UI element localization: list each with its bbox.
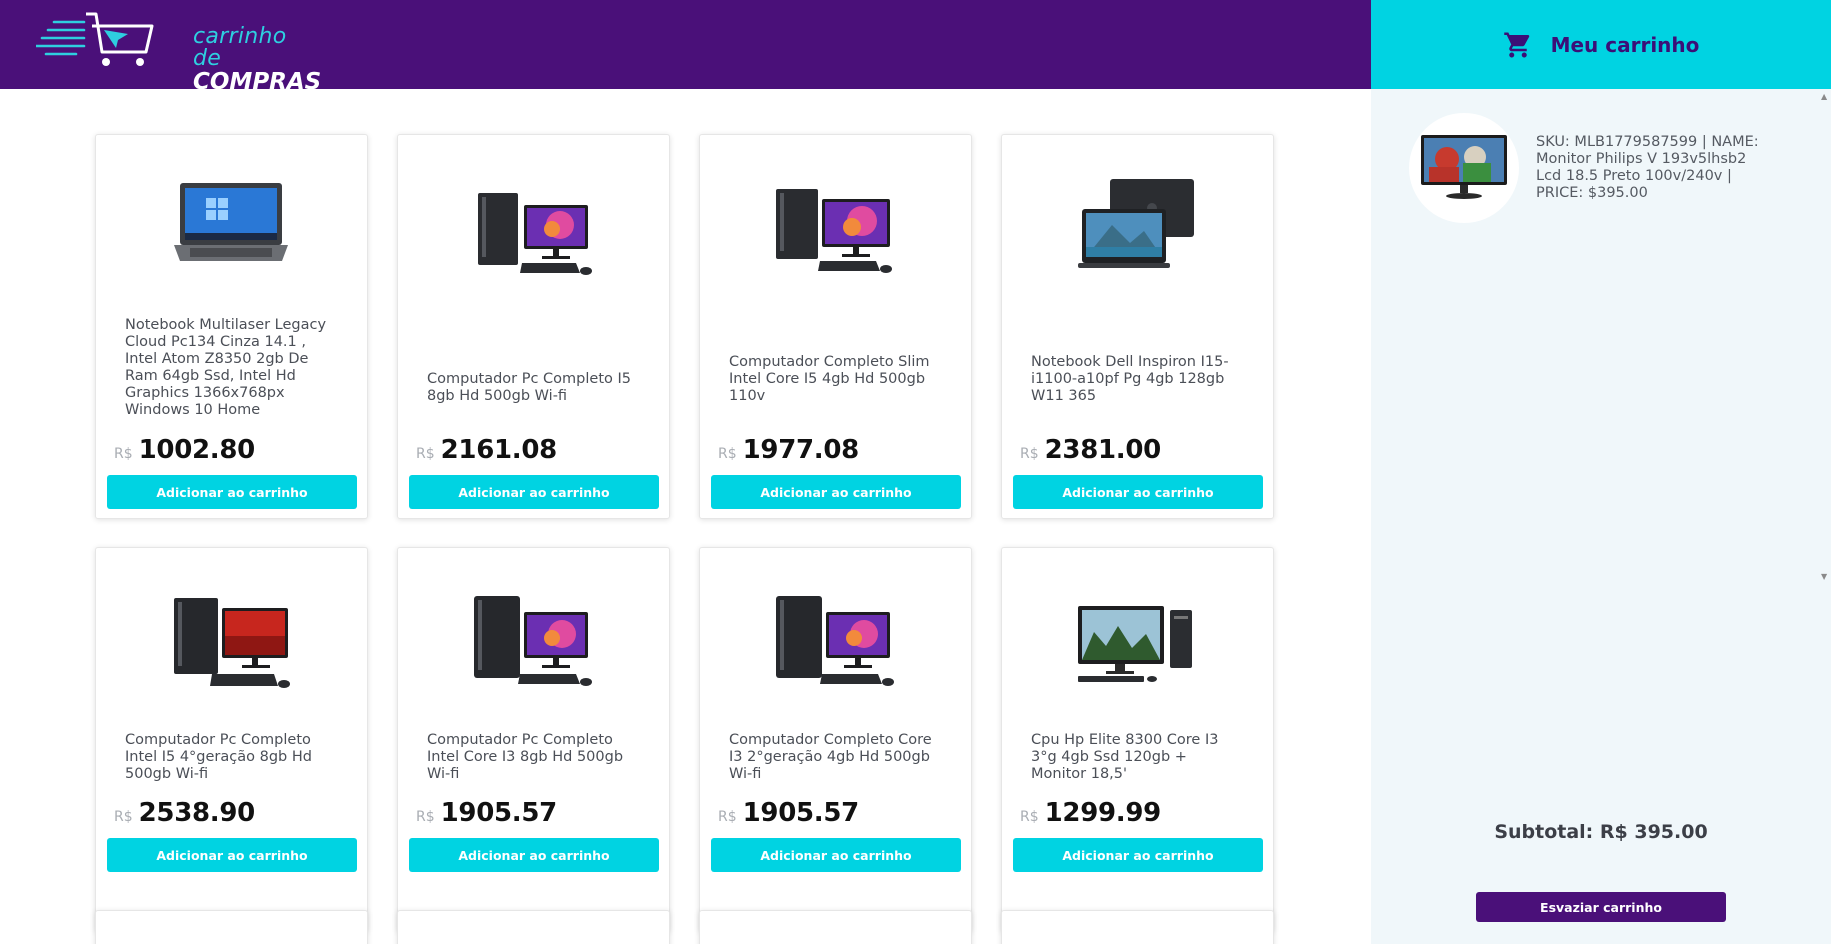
product-image bbox=[468, 163, 598, 293]
product-image bbox=[770, 163, 900, 293]
cart-header: Meu carrinho bbox=[1371, 0, 1831, 89]
logo-line1: carrinho de bbox=[193, 24, 287, 71]
logo-line2: COMPRAS bbox=[193, 69, 322, 95]
logo-text: carrinho de COMPRAS bbox=[193, 26, 321, 94]
price-value: 1299.99 bbox=[1044, 798, 1162, 828]
header-bar: carrinho de COMPRAS bbox=[0, 0, 1371, 94]
product-title: Notebook Dell Inspiron I15-i1100-a10pf P… bbox=[1031, 354, 1229, 404]
product-title: Cpu Hp Elite 8300 Core I3 3°g 4gb Ssd 12… bbox=[1031, 732, 1219, 782]
empty-cart-button[interactable]: Esvaziar carrinho bbox=[1476, 892, 1726, 922]
product-title: Computador Pc Completo Intel I5 4°geraçã… bbox=[125, 732, 312, 782]
price-value: 1002.80 bbox=[138, 435, 256, 465]
product-card-partial bbox=[397, 910, 670, 944]
product-image bbox=[468, 576, 598, 706]
currency-label: R$ bbox=[416, 446, 435, 462]
scroll-up-arrow-icon[interactable]: ▲ bbox=[1821, 92, 1827, 101]
desktop-computer-image-icon bbox=[776, 189, 892, 273]
product-card: Notebook Dell Inspiron I15-i1100-a10pf P… bbox=[1001, 134, 1274, 519]
product-title: Computador Completo Core I3 2°geração 4g… bbox=[729, 732, 932, 782]
currency-label: R$ bbox=[416, 809, 435, 825]
product-title: Computador Pc Completo Intel Core I3 8gb… bbox=[427, 732, 624, 782]
cart-item[interactable]: SKU: MLB1779587599 | NAME: Monitor Phili… bbox=[1409, 113, 1809, 225]
desktop-computer-image-icon bbox=[174, 598, 290, 688]
monitor-thumbnail-icon bbox=[1421, 135, 1507, 199]
hp-desktop-image-icon bbox=[1078, 606, 1192, 682]
price-value: 1905.57 bbox=[440, 798, 558, 828]
add-to-cart-button[interactable]: Adicionar ao carrinho bbox=[1013, 838, 1263, 872]
cart-subtotal: Subtotal: R$ 395.00 bbox=[1494, 821, 1708, 843]
product-card: Computador Completo Slim Intel Core I5 4… bbox=[699, 134, 972, 519]
notebook-image-icon bbox=[174, 183, 288, 261]
product-card: Computador Pc Completo I5 8gb Hd 500gb W… bbox=[397, 134, 670, 519]
product-title: Computador Completo Slim Intel Core I5 4… bbox=[729, 354, 930, 404]
price-value: 1905.57 bbox=[742, 798, 860, 828]
add-to-cart-button[interactable]: Adicionar ao carrinho bbox=[107, 475, 357, 509]
add-to-cart-button[interactable]: Adicionar ao carrinho bbox=[107, 838, 357, 872]
desktop-computer-image-icon bbox=[776, 596, 894, 686]
product-price: R$ 2161.08 bbox=[416, 435, 557, 465]
product-price: R$ 1299.99 bbox=[1020, 798, 1161, 828]
product-card-partial bbox=[1001, 910, 1274, 944]
product-card: Computador Completo Core I3 2°geração 4g… bbox=[699, 547, 972, 932]
logo[interactable]: carrinho de COMPRAS bbox=[34, 12, 321, 94]
product-title: Computador Pc Completo I5 8gb Hd 500gb W… bbox=[427, 371, 631, 404]
price-value: 1977.08 bbox=[742, 435, 860, 465]
product-image bbox=[1072, 576, 1202, 706]
product-card: Computador Pc Completo Intel I5 4°geraçã… bbox=[95, 547, 368, 932]
cart-item-image bbox=[1409, 113, 1519, 223]
product-price: R$ 1905.57 bbox=[416, 798, 557, 828]
add-to-cart-button[interactable]: Adicionar ao carrinho bbox=[711, 838, 961, 872]
product-image bbox=[166, 576, 296, 706]
product-price: R$ 1905.57 bbox=[718, 798, 859, 828]
add-to-cart-button[interactable]: Adicionar ao carrinho bbox=[711, 475, 961, 509]
cart-logo-icon bbox=[34, 12, 154, 66]
desktop-computer-image-icon bbox=[478, 193, 592, 275]
cart-title: Meu carrinho bbox=[1550, 32, 1700, 57]
add-to-cart-button[interactable]: Adicionar ao carrinho bbox=[409, 475, 659, 509]
product-title: Notebook Multilaser Legacy Cloud Pc134 C… bbox=[125, 317, 327, 418]
price-value: 2538.90 bbox=[138, 798, 256, 828]
product-price: R$ 2538.90 bbox=[114, 798, 255, 828]
price-value: 2381.00 bbox=[1044, 435, 1162, 465]
product-card: Cpu Hp Elite 8300 Core I3 3°g 4gb Ssd 12… bbox=[1001, 547, 1274, 932]
product-card-partial bbox=[699, 910, 972, 944]
product-card: Computador Pc Completo Intel Core I3 8gb… bbox=[397, 547, 670, 932]
add-to-cart-button[interactable]: Adicionar ao carrinho bbox=[409, 838, 659, 872]
currency-label: R$ bbox=[1020, 446, 1039, 462]
scroll-down-arrow-icon[interactable]: ▼ bbox=[1821, 572, 1827, 581]
currency-label: R$ bbox=[1020, 809, 1039, 825]
price-value: 2161.08 bbox=[440, 435, 558, 465]
product-price: R$ 1002.80 bbox=[114, 435, 255, 465]
laptop-image-icon bbox=[1078, 179, 1194, 268]
add-to-cart-button[interactable]: Adicionar ao carrinho bbox=[1013, 475, 1263, 509]
currency-label: R$ bbox=[718, 446, 737, 462]
currency-label: R$ bbox=[718, 809, 737, 825]
product-price: R$ 2381.00 bbox=[1020, 435, 1161, 465]
product-image bbox=[770, 576, 900, 706]
product-image bbox=[166, 163, 296, 293]
product-image bbox=[1072, 163, 1202, 293]
page: carrinho de COMPRAS Meu carrinho ▲ ▼ SKU… bbox=[0, 0, 1831, 944]
currency-label: R$ bbox=[114, 446, 133, 462]
cart-item-text: SKU: MLB1779587599 | NAME: Monitor Phili… bbox=[1536, 134, 1759, 201]
product-card: Notebook Multilaser Legacy Cloud Pc134 C… bbox=[95, 134, 368, 519]
product-price: R$ 1977.08 bbox=[718, 435, 859, 465]
currency-label: R$ bbox=[114, 809, 133, 825]
shopping-cart-icon bbox=[1503, 32, 1529, 57]
desktop-computer-image-icon bbox=[474, 596, 592, 686]
product-card-partial bbox=[95, 910, 368, 944]
